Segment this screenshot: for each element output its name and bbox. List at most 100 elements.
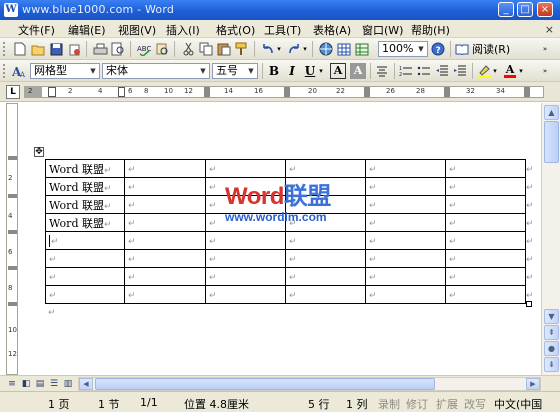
table-cell[interactable]: ↵ [445,177,526,196]
styles-pane-icon[interactable]: AA [12,63,28,79]
table-cell[interactable]: ↵ [285,213,366,232]
toolbar-options-icon[interactable]: » [540,63,550,79]
table-cell[interactable]: ↵ [285,231,366,250]
print-icon[interactable] [92,41,108,57]
table-cell[interactable]: ↵ [205,159,286,178]
toolbar-options-icon[interactable]: » [540,41,550,57]
reading-view-icon[interactable]: ▥ [62,378,74,390]
doc-close-icon[interactable]: × [545,23,554,36]
align-center-icon[interactable] [374,63,390,79]
decrease-indent-icon[interactable] [434,63,450,79]
normal-view-icon[interactable]: ≡ [6,378,18,390]
increase-indent-icon[interactable] [452,63,468,79]
table-cell[interactable]: ↵ [445,213,526,232]
maximize-button[interactable]: □ [517,2,533,17]
status-extend[interactable]: 扩展 [436,396,458,412]
print-layout-icon[interactable]: ▤ [34,378,46,390]
bullets-icon[interactable] [416,63,432,79]
vertical-ruler[interactable]: 2 4 6 8 10 12 [6,103,18,375]
table-cell[interactable]: ↵ [526,178,535,196]
print-preview-icon[interactable] [110,41,126,57]
table-cell[interactable]: ↵ [124,267,206,286]
cut-icon[interactable] [180,41,196,57]
word-app-icon[interactable]: W [4,3,18,17]
next-page-icon[interactable]: ⇟ [544,357,559,372]
table-cell[interactable]: ↵ [285,177,366,196]
vertical-scroll-thumb[interactable] [544,121,559,163]
table-cell[interactable]: ↵ [124,249,206,268]
undo-icon[interactable] [260,41,276,57]
open-icon[interactable] [30,41,46,57]
table-cell[interactable]: ↵ [445,159,526,178]
horizontal-scroll-thumb[interactable] [95,378,435,390]
table-cell[interactable]: ↵ [526,250,535,268]
table-cell[interactable]: ↵ [365,267,446,286]
font-color-button[interactable]: A [502,63,518,79]
table-cell[interactable]: ↵ [45,249,125,268]
menu-window[interactable]: 窗口(W) [362,22,403,38]
format-painter-icon[interactable] [234,41,250,57]
table-cell[interactable]: ↵ [285,159,366,178]
highlight-dropdown-icon[interactable]: ▾ [491,63,499,79]
table-cell[interactable]: ↵ [285,285,366,304]
save-icon[interactable] [48,41,64,57]
menu-table[interactable]: 表格(A) [313,22,351,38]
italic-button[interactable]: I [284,63,300,79]
underline-button[interactable]: U [302,63,318,79]
column-marker[interactable] [524,87,530,97]
redo-dropdown-icon[interactable]: ▾ [301,41,309,57]
previous-page-icon[interactable]: ⇞ [544,325,559,340]
table-cell[interactable]: ↵ [124,177,206,196]
table-cell[interactable]: ↵ [124,285,206,304]
menu-tools[interactable]: 工具(T) [264,22,301,38]
table-icon[interactable] [336,41,352,57]
column-marker[interactable] [364,87,370,97]
table-cell[interactable]: ↵ [205,213,286,232]
menu-file[interactable]: 文件(F) [18,22,55,38]
horizontal-scrollbar[interactable]: ◀ ▶ [78,377,541,391]
status-record[interactable]: 录制 [378,396,400,412]
table-cell[interactable]: Word 联盟↵ [45,213,125,232]
tab-selector[interactable]: L [6,85,20,99]
right-indent-marker[interactable] [118,87,125,97]
paste-icon[interactable] [216,41,232,57]
table-cell[interactable]: ↵ [445,267,526,286]
table-cell[interactable]: ↵ [526,196,535,214]
underline-dropdown-icon[interactable]: ▾ [317,63,325,79]
row-marker[interactable] [8,302,17,306]
menu-view[interactable]: 视图(V) [118,22,156,38]
table-cell[interactable]: ↵ [526,160,535,178]
scroll-down-icon[interactable]: ▼ [544,309,559,324]
style-combo[interactable]: 网格型 ▼ [30,63,100,79]
table-cell[interactable]: ↵ [365,213,446,232]
row-marker[interactable] [8,156,17,160]
menu-insert[interactable]: 插入(I) [166,22,200,38]
web-layout-icon[interactable]: ◧ [20,378,32,390]
table-cell[interactable]: ↵ [365,159,446,178]
table-cell[interactable]: ↵ [205,267,286,286]
vertical-scrollbar[interactable]: ▲ ▼ ⇞ ● ⇟ [541,103,560,375]
new-icon[interactable] [12,41,28,57]
scroll-left-icon[interactable]: ◀ [79,378,93,390]
column-marker[interactable] [204,87,210,97]
table-cell[interactable]: ↵ [445,285,526,304]
font-combo[interactable]: 宋体 ▼ [102,63,210,79]
menu-help[interactable]: 帮助(H) [411,22,450,38]
undo-dropdown-icon[interactable]: ▾ [275,41,283,57]
row-marker[interactable] [8,266,17,270]
font-color-dropdown-icon[interactable]: ▾ [517,63,525,79]
outline-view-icon[interactable]: ☰ [48,378,60,390]
zoom-combo[interactable]: 100% ▼ [378,41,428,57]
scroll-right-icon[interactable]: ▶ [526,378,540,390]
table-cell[interactable]: ↵ [285,249,366,268]
table-cell[interactable]: ↵ [365,195,446,214]
row-marker[interactable] [8,230,17,234]
table-cell[interactable]: ↵ [124,159,206,178]
hyperlink-icon[interactable] [318,41,334,57]
document-area[interactable]: ✥ Word 联盟↵ ↵ ↵ ↵ ↵ ↵ ↵ Word 联盟↵ ↵ ↵ ↵ ↵ ↵ ↵ Word 联盟↵ ↵ ↵… [20,103,540,375]
table-cell[interactable]: ↵ [285,267,366,286]
table-cell[interactable]: ↵ [124,231,206,250]
toolbar-grip[interactable] [3,64,6,78]
char-border-button[interactable]: A [330,63,346,79]
table-cell[interactable]: ↵ [45,231,125,250]
